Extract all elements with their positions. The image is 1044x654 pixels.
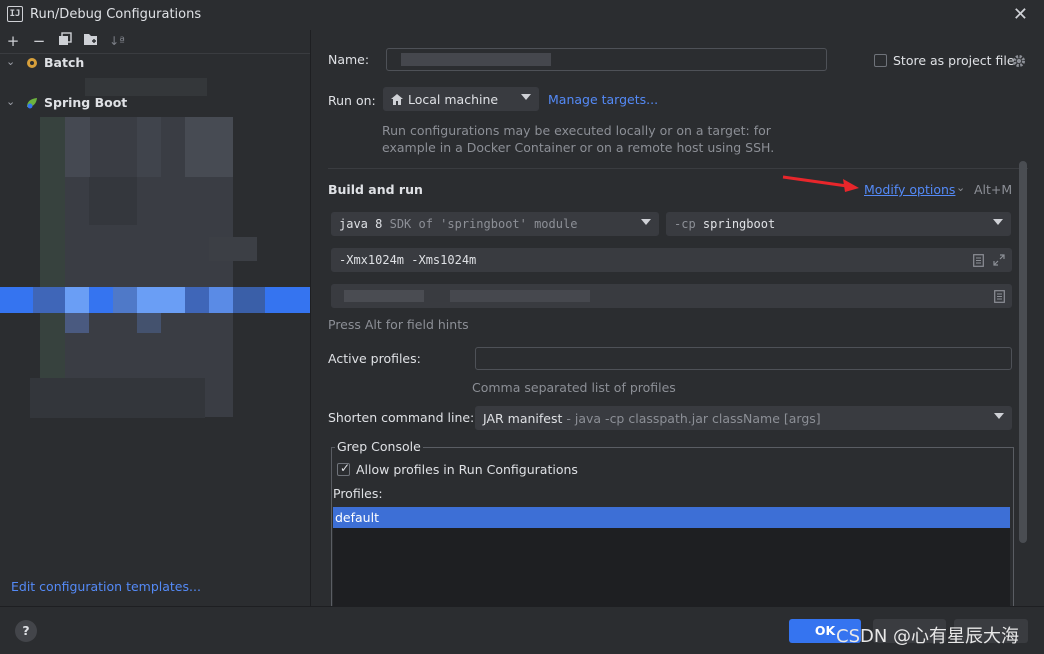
title-bar: IJ Run/Debug Configurations ✕ [0,0,1044,30]
window-title: Run/Debug Configurations [30,7,202,22]
store-as-project-file-label: Store as project file [893,53,1015,68]
sort-icon[interactable]: ↓ª [108,32,126,50]
name-input[interactable] [386,48,827,71]
main-class-input[interactable] [331,284,1012,308]
run-on-hint-line1: Run configurations may be executed local… [382,123,771,138]
name-label: Name: [328,52,370,67]
document-icon[interactable] [973,254,984,267]
active-profiles-input[interactable] [475,347,1012,370]
close-icon[interactable]: ✕ [1013,4,1028,25]
check-icon: ✓ [340,461,351,475]
modify-options-link[interactable]: Modify options [864,182,955,197]
add-icon[interactable]: + [4,32,22,50]
tree-item-spring-boot[interactable]: ⌄ Spring Boot [0,93,310,113]
selected-configuration-row[interactable] [0,287,310,313]
configuration-form: Name: Store as project file Run on: Loca… [311,30,1044,606]
tree-item-batch[interactable]: ⌄ Batch [0,53,310,73]
allow-profiles-label: Allow profiles in Run Configurations [356,462,578,477]
chevron-down-icon[interactable]: ⌄ [6,55,15,68]
watermark: CSDN @心有星辰大海 [836,626,1020,647]
active-profiles-hint: Comma separated list of profiles [472,380,676,395]
profiles-label: Profiles: [333,486,383,501]
chevron-down-icon [993,219,1003,225]
grep-console-title: Grep Console [335,439,423,454]
run-on-select[interactable]: Local machine [383,87,539,111]
manage-targets-link[interactable]: Manage targets... [548,92,658,107]
chevron-down-icon[interactable]: ⌄ [6,95,15,108]
gear-icon[interactable] [1012,54,1026,68]
tree-item-label: Spring Boot [44,95,128,110]
edit-configuration-templates-link[interactable]: Edit configuration templates... [11,579,201,594]
spring-boot-icon [27,98,37,109]
jdk-select[interactable]: java 8 SDK of 'springboot' module [331,212,659,236]
chevron-down-icon [994,413,1004,419]
remove-icon[interactable]: − [30,32,48,50]
profiles-list[interactable]: default [333,507,1010,606]
classpath-module-select[interactable]: -cp springboot [666,212,1011,236]
shorten-command-line-label: Shorten command line: [328,410,475,425]
dialog-footer: ? OK CSDN @心有星辰大海 [0,606,1044,654]
chevron-down-icon[interactable]: ⌄ [956,181,965,194]
active-profiles-label: Active profiles: [328,351,421,366]
store-as-project-file-checkbox[interactable] [874,54,887,67]
document-icon[interactable] [994,290,1005,303]
shorten-command-line-select[interactable]: JAR manifest - java -cp classpath.jar cl… [475,406,1012,430]
field-hints-text: Press Alt for field hints [328,317,469,332]
run-on-label: Run on: [328,93,376,108]
section-divider [328,168,1028,169]
allow-profiles-checkbox[interactable]: ✓ [337,461,351,476]
batch-icon [27,58,37,68]
modify-options-shortcut: Alt+M [974,182,1013,197]
new-folder-icon[interactable] [82,32,100,50]
sidebar-toolbar: + − ↓ª [0,30,310,54]
chevron-down-icon [521,94,531,100]
configurations-sidebar: + − ↓ª ⌄ Batch ⌄ Spring Boot Edit config… [0,30,310,606]
run-on-hint-line2: example in a Docker Container or on a re… [382,140,775,155]
list-item[interactable]: default [333,507,1010,528]
form-scrollbar[interactable] [1019,161,1027,543]
tree-item-label: Batch [44,55,85,70]
home-icon [391,94,403,105]
annotation-arrow [782,175,859,192]
build-and-run-heading: Build and run [328,182,423,197]
copy-icon[interactable] [56,32,74,50]
expand-icon[interactable] [993,254,1005,266]
intellij-app-icon: IJ [7,6,23,22]
chevron-down-icon [641,219,651,225]
help-button[interactable]: ? [15,620,37,642]
vm-options-input[interactable]: -Xmx1024m -Xms1024m [331,248,1012,272]
